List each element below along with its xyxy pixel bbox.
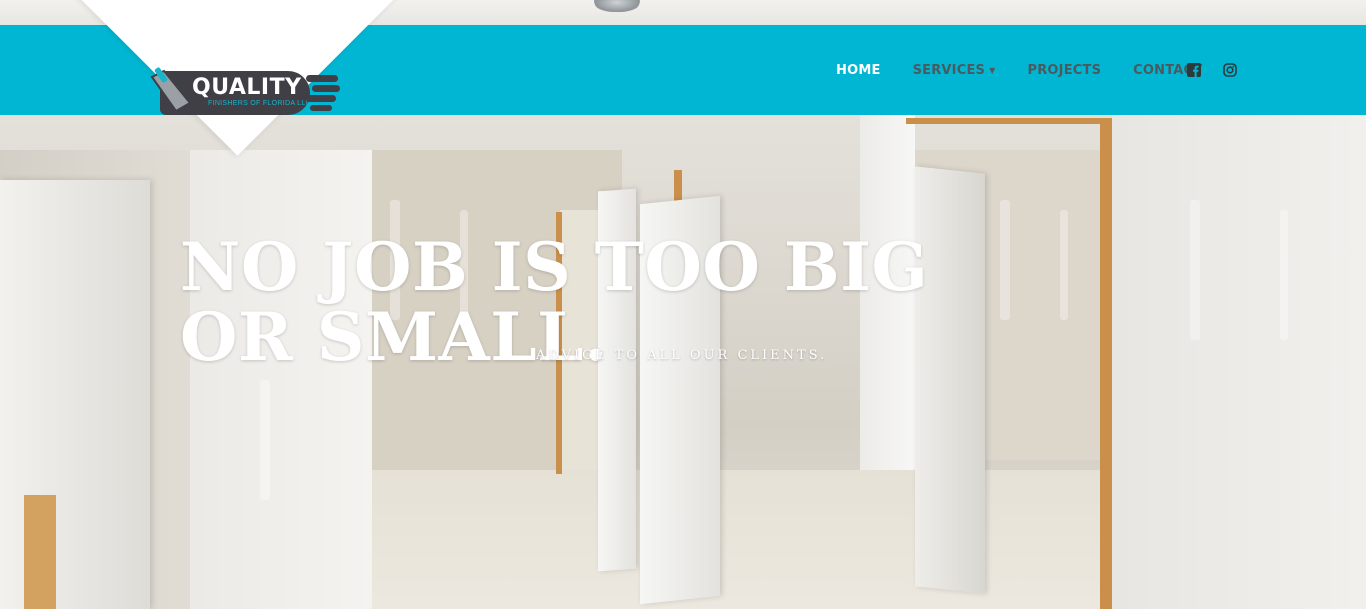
- facebook-link[interactable]: [1187, 25, 1201, 115]
- instagram-icon: [1223, 63, 1237, 77]
- logo-stripes-graphic: [306, 75, 340, 111]
- trowel-icon: [150, 67, 192, 113]
- nav-menu: HOME SERVICES ▼ PROJECTS CONTACT: [820, 25, 1218, 115]
- logo-wordmark: QUALITY: [192, 75, 302, 100]
- site-logo[interactable]: QUALITY FINISHERS OF FLORIDA LLC: [146, 67, 346, 117]
- nav-item-projects[interactable]: PROJECTS: [1027, 63, 1101, 78]
- nav-item-home[interactable]: HOME: [836, 63, 881, 78]
- facebook-icon: [1187, 63, 1201, 77]
- caret-down-icon: ▼: [989, 65, 996, 75]
- nav-item-services[interactable]: SERVICES ▼: [913, 63, 996, 78]
- nav-item-services-label: SERVICES: [912, 62, 986, 78]
- hero-subline: ADVICE TO ALL OUR CLIENTS.: [536, 348, 828, 363]
- logo-tagline: FINISHERS OF FLORIDA LLC: [208, 100, 311, 107]
- instagram-link[interactable]: [1223, 25, 1237, 115]
- ceiling-light: [594, 0, 640, 12]
